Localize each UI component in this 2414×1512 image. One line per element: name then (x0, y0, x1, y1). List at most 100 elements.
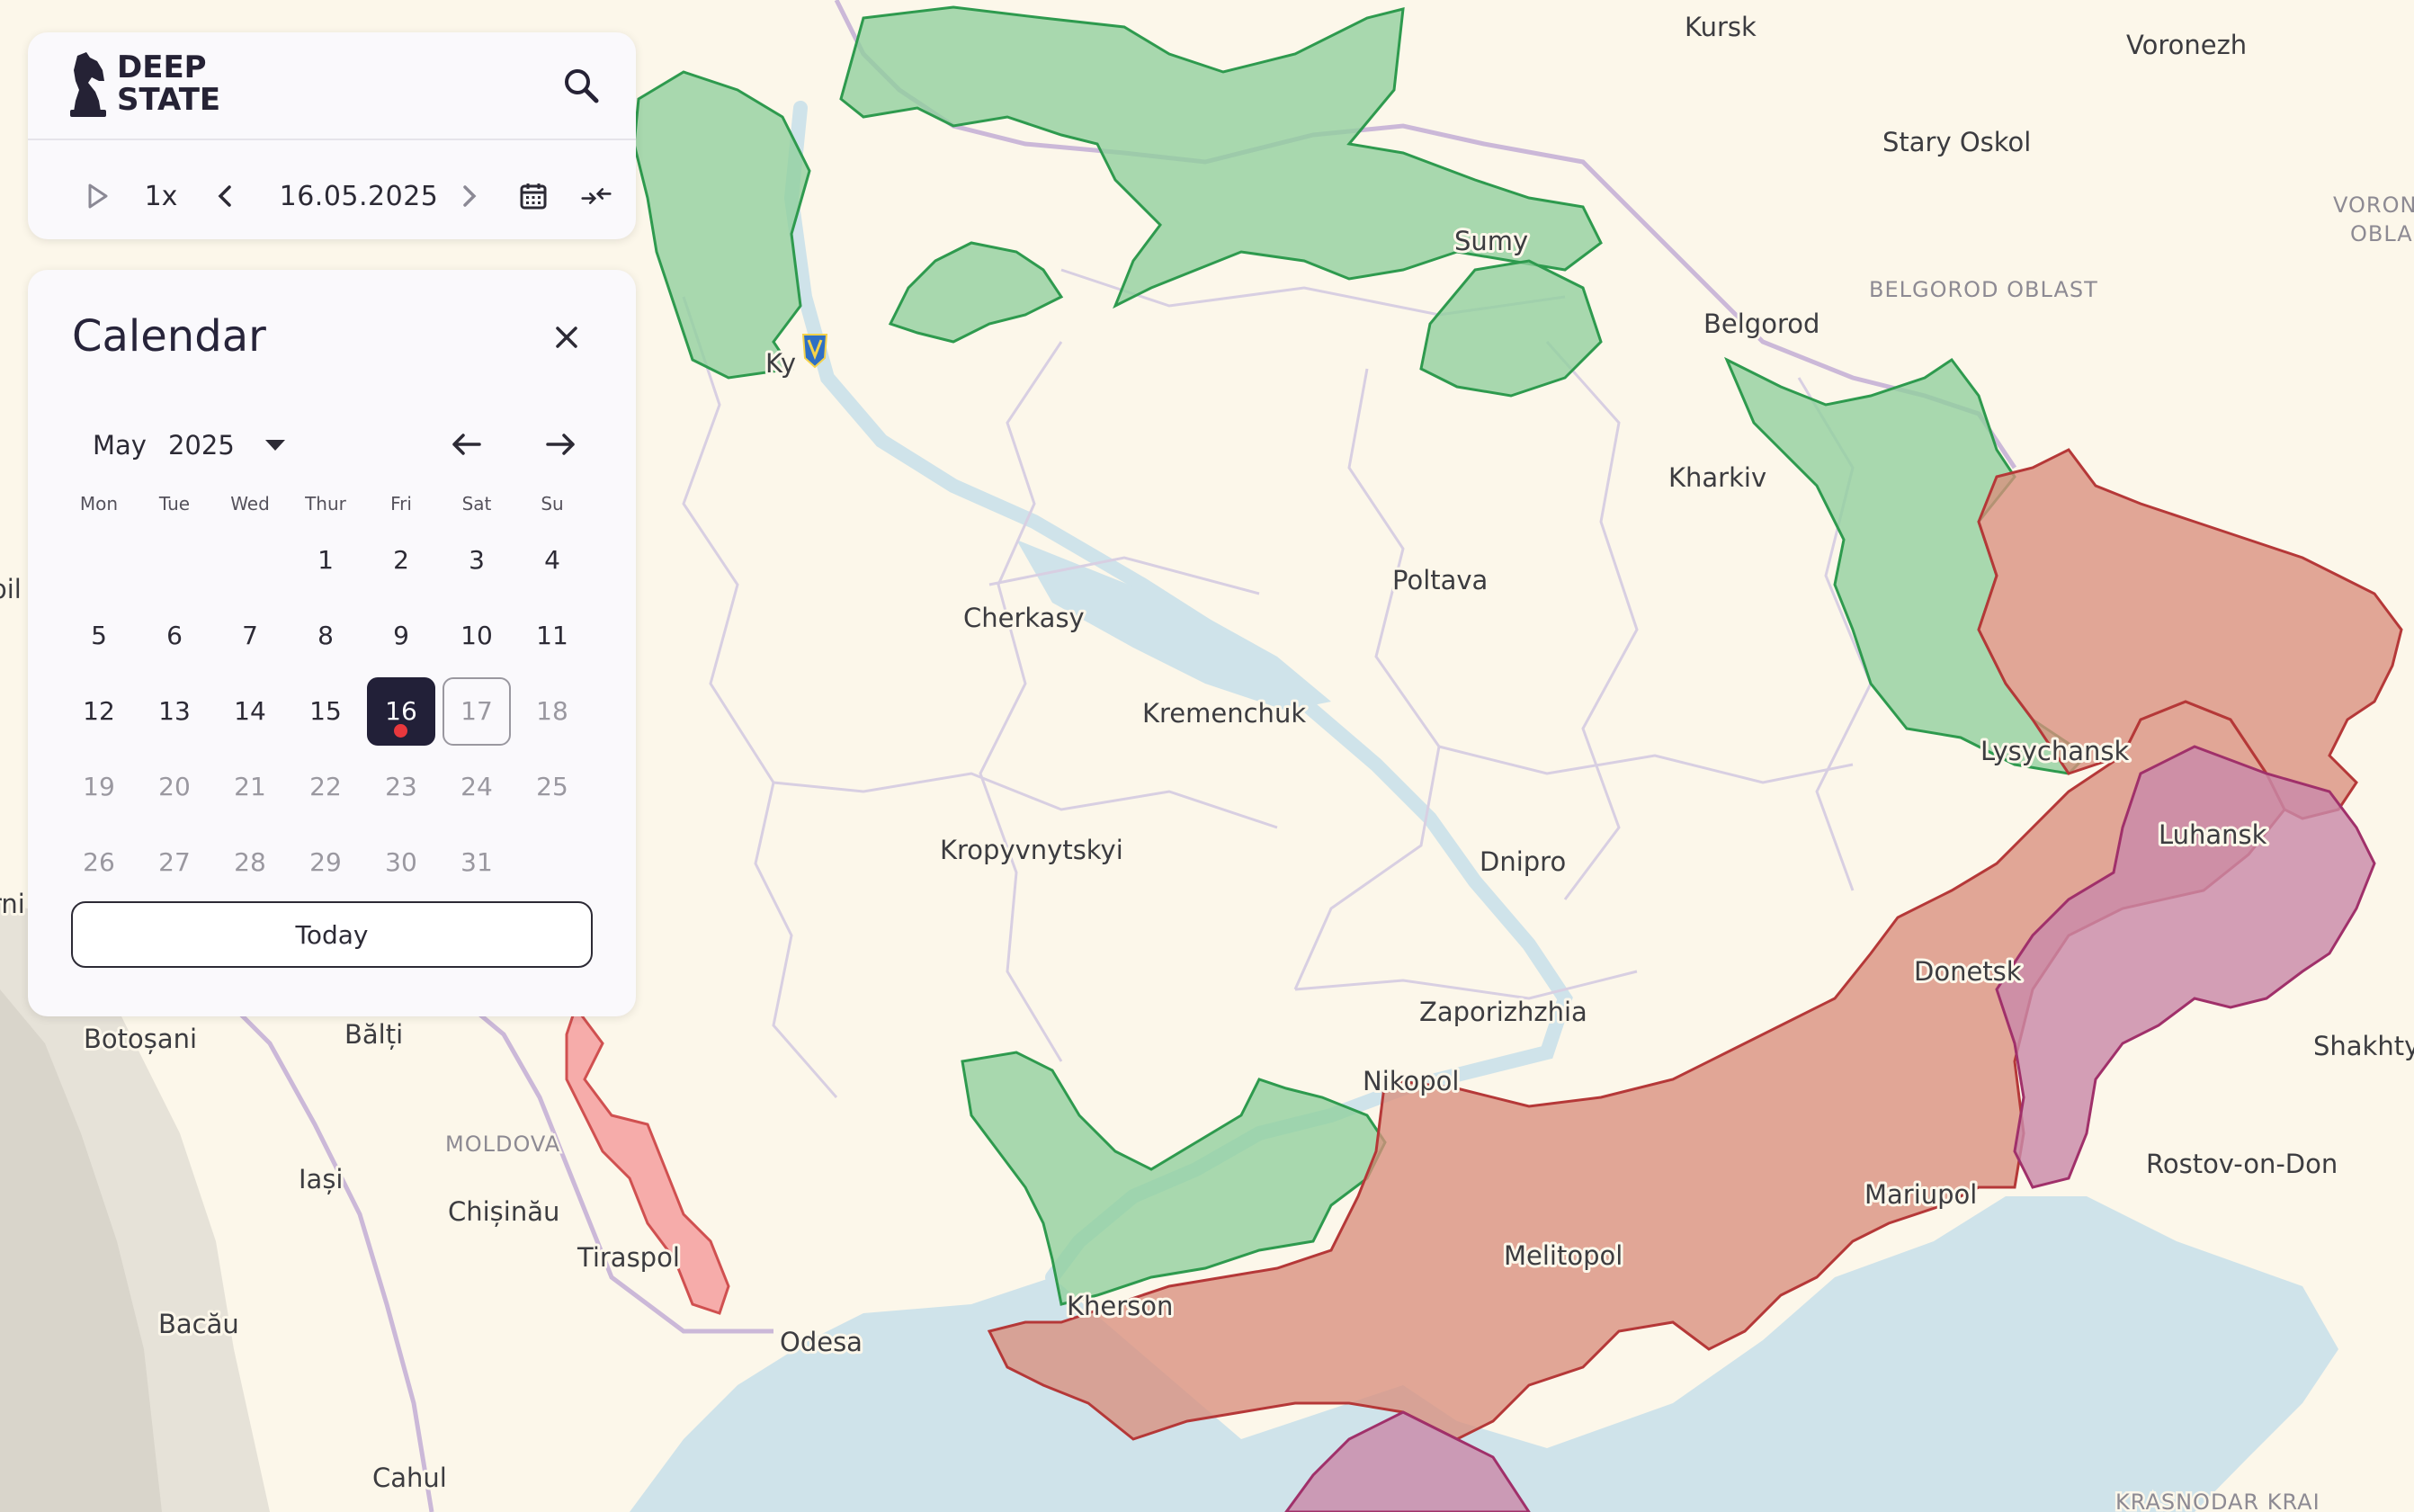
label-voron-obl2: OBLAS (2350, 221, 2414, 246)
calendar-panel: Calendar May 2025 Mon Tue Wed Thur Fri Sat Su … (28, 270, 636, 1016)
label-voron-obl: VORON (2333, 192, 2414, 218)
label-voronezh: Voronezh (2126, 30, 2247, 60)
day-cell[interactable]: 12 (65, 677, 133, 746)
arrow-right-icon[interactable] (539, 423, 582, 466)
speed-button[interactable]: 1x (134, 169, 188, 223)
day-cell[interactable]: 4 (518, 526, 586, 595)
label-rostov: Rostov-on-Don (2146, 1149, 2338, 1179)
label-kherson: Kherson (1067, 1291, 1173, 1321)
play-icon (88, 183, 108, 209)
day-cell: 20 (158, 772, 191, 801)
label-balti: Bălți (344, 1019, 403, 1050)
day-cell-today[interactable]: 17 (443, 677, 511, 746)
day-cell[interactable]: 6 (140, 602, 209, 670)
label-tiraspol: Tiraspol (577, 1242, 680, 1273)
label-kyiv: Ky (765, 348, 796, 379)
search-icon[interactable] (560, 65, 602, 106)
label-shakhty: Shakhty (2313, 1031, 2414, 1061)
compare-button[interactable] (571, 169, 621, 223)
day-cell-selected[interactable]: 16 (367, 677, 435, 746)
chevron-right-icon (463, 185, 477, 207)
knight-logo-icon (70, 52, 106, 117)
label-odesa: Odesa (780, 1327, 863, 1357)
label-zaporizhzhia: Zaporizhzhia (1419, 997, 1587, 1027)
day-cell: 31 (460, 847, 493, 877)
year-label: 2025 (167, 430, 235, 461)
label-belgorod-oblast: BELGOROD OBLAST (1869, 277, 2098, 302)
day-cell: 28 (234, 847, 266, 877)
weekday-label: Wed (230, 493, 270, 514)
arrow-left-icon[interactable] (445, 423, 488, 466)
day-cell: 29 (309, 847, 342, 877)
deepstate-logo[interactable]: DEEP STATE (68, 50, 220, 117)
close-icon[interactable] (550, 320, 584, 354)
weekday-label: Thur (305, 493, 346, 514)
day-cell[interactable]: 13 (140, 677, 209, 746)
label-botosani: Botoșani (84, 1024, 197, 1054)
label-sumy: Sumy (1454, 226, 1528, 256)
label-stary-oskol: Stary Oskol (1882, 127, 2031, 157)
calendar-button[interactable] (510, 169, 557, 223)
chevron-left-icon (218, 185, 231, 207)
day-cell: 24 (460, 772, 493, 801)
label-bacau: Bacău (158, 1309, 239, 1339)
day-cell[interactable]: 1 (291, 526, 360, 595)
timeline-panel: DEEP STATE 1x 16.05.2025 (28, 32, 636, 239)
weekday-label: Su (541, 493, 564, 514)
month-year-select[interactable]: May 2025 (93, 430, 285, 461)
day-cell: 25 (536, 772, 568, 801)
day-cell[interactable]: 3 (443, 526, 511, 595)
label-cahul: Cahul (372, 1463, 447, 1493)
prev-day-button[interactable] (203, 169, 248, 223)
date-display[interactable]: 16.05.2025 (260, 169, 458, 223)
calendar-title: Calendar (72, 311, 266, 362)
day-cell[interactable]: 11 (518, 602, 586, 670)
day-cell[interactable]: 8 (291, 602, 360, 670)
label-cherkasy: Cherkasy (963, 603, 1085, 633)
label-cut-oil: oil (0, 574, 22, 604)
label-nikopol: Nikopol (1363, 1066, 1459, 1096)
label-poltava: Poltava (1392, 565, 1488, 595)
day-cell: 21 (234, 772, 266, 801)
today-button[interactable]: Today (71, 901, 593, 968)
label-belgorod: Belgorod (1703, 309, 1819, 339)
day-cell: 30 (385, 847, 417, 877)
label-donetsk: Donetsk (1914, 956, 2022, 987)
play-button[interactable] (75, 169, 120, 223)
label-krasnodar-krai: KRASNODAR KRAI (2115, 1490, 2320, 1512)
day-cell: 27 (158, 847, 191, 877)
day-cell[interactable]: 14 (216, 677, 284, 746)
label-kharkiv: Kharkiv (1668, 462, 1766, 493)
day-cell: 18 (536, 696, 568, 726)
day-cell[interactable]: 9 (367, 602, 435, 670)
label-kursk: Kursk (1685, 12, 1757, 42)
day-cell: 23 (385, 772, 417, 801)
day-cell[interactable]: 10 (443, 602, 511, 670)
label-mariupol: Mariupol (1864, 1179, 1977, 1210)
day-cell: 26 (83, 847, 115, 877)
label-luhansk: Luhansk (2159, 819, 2267, 850)
label-iasi: Iași (299, 1164, 344, 1194)
label-kropyvnytskyi: Kropyvnytskyi (940, 835, 1123, 865)
weekday-label: Fri (390, 493, 412, 514)
label-chisinau: Chișinău (448, 1196, 559, 1227)
logo-line-2: STATE (117, 82, 221, 118)
day-cell: 22 (309, 772, 342, 801)
day-cell[interactable]: 15 (291, 677, 360, 746)
compare-arrows-icon (581, 188, 612, 204)
label-lysychansk: Lysychansk (1980, 736, 2130, 766)
day-cell[interactable]: 7 (216, 602, 284, 670)
label-moldova: MOLDOVA (445, 1132, 560, 1157)
calendar-icon (520, 183, 547, 210)
next-day-button[interactable] (446, 169, 491, 223)
logo-line-1: DEEP (117, 49, 207, 85)
weekday-label: Mon (79, 493, 119, 514)
day-cell[interactable]: 5 (65, 602, 133, 670)
weekday-label: Tue (158, 493, 191, 514)
label-cut-rni: rni (0, 889, 25, 919)
event-dot-icon (394, 724, 407, 738)
caret-down-icon (264, 440, 285, 451)
day-cell[interactable]: 2 (367, 526, 435, 595)
month-label: May (93, 430, 147, 461)
label-dnipro: Dnipro (1480, 846, 1566, 877)
